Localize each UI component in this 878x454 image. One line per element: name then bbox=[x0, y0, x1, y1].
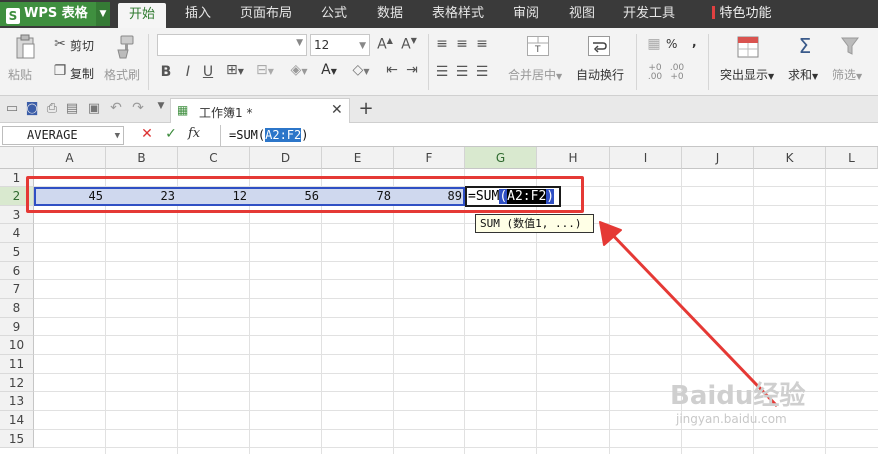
watermark-brand: Baidu经验 bbox=[670, 381, 806, 411]
watermark-url: jingyan.baidu.com bbox=[676, 412, 787, 426]
baidu-watermark: Baidu经验 jingyan.baidu.com bbox=[670, 375, 840, 435]
